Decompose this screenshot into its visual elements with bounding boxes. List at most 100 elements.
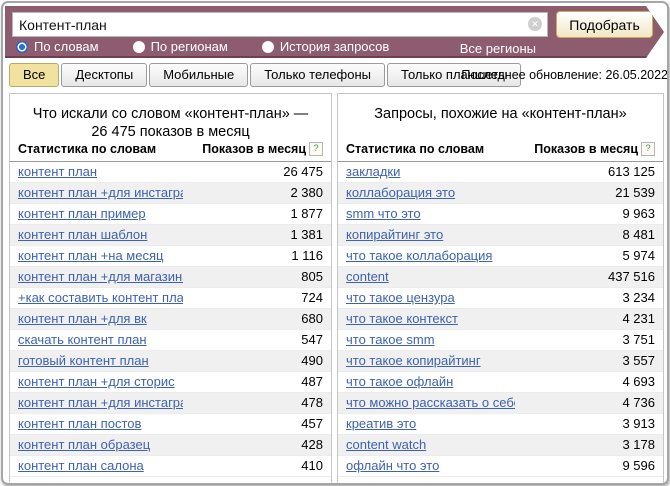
table-row: контент план +на месяц 1 116: [10, 246, 331, 267]
keyword-link[interactable]: контент план шаблон: [18, 227, 147, 242]
search-mode-radio[interactable]: История запросов: [262, 39, 390, 54]
shows-value: 2 380: [183, 183, 331, 204]
radio-icon: [262, 41, 274, 53]
keyword-link[interactable]: content: [346, 269, 389, 284]
keyword-link[interactable]: что такое цензура: [346, 290, 455, 305]
help-icon[interactable]: ?: [641, 142, 655, 156]
keyword-link[interactable]: офлайн что это: [346, 458, 439, 473]
keyword-link[interactable]: закладки: [346, 164, 400, 179]
shows-value: 4 231: [515, 309, 663, 330]
keyword-link[interactable]: контент план +для инстаграм: [18, 185, 183, 200]
clear-icon[interactable]: ✕: [528, 17, 542, 31]
table-row: content 437 516: [338, 267, 663, 288]
keyword-link[interactable]: что можно рассказать о себе: [346, 395, 515, 410]
table-row: что такое копирайтинг 3 557: [338, 351, 663, 372]
table-row: контент план +для вк 680: [10, 309, 331, 330]
table-row: +как составить контент план 724: [10, 288, 331, 309]
keyword-link[interactable]: что такое копирайтинг: [346, 353, 481, 368]
keyword-link[interactable]: контент план пример: [18, 206, 146, 221]
shows-value: 3 234: [515, 288, 663, 309]
keyword-link[interactable]: контент план +для инстаграмма: [18, 395, 183, 410]
keyword-link[interactable]: контент план +для магазина: [18, 269, 183, 284]
radio-label: История запросов: [280, 39, 390, 54]
shows-value: 26 475: [183, 162, 331, 183]
panel-keyword-stats: Что искали со словом «контент-план» — 26…: [9, 93, 332, 485]
shows-value: 1 381: [183, 225, 331, 246]
table-row: контент план постов 457: [10, 414, 331, 435]
table-row: smm что это 9 963: [338, 204, 663, 225]
keyword-link[interactable]: коллаборация это: [346, 185, 455, 200]
device-tab-label: Только телефоны: [264, 67, 371, 82]
shows-value: 487: [183, 372, 331, 393]
keyword-link[interactable]: что такое коллаборация: [346, 248, 492, 263]
shows-value: 805: [183, 267, 331, 288]
shows-value: 3 557: [515, 351, 663, 372]
table-header-row: Статистика по словам Показов в месяц?: [338, 139, 663, 162]
search-input-wrap: ✕: [12, 12, 548, 37]
keyword-link[interactable]: контент план постов: [18, 416, 141, 431]
shows-value: 3 178: [515, 435, 663, 456]
table-row: контент план +для сторис 487: [10, 372, 331, 393]
table-row: что можно рассказать о себе 4 736: [338, 393, 663, 414]
keyword-link[interactable]: smm что это: [346, 206, 421, 221]
radio-icon: [16, 41, 28, 53]
table-row: готовый контент план 490: [10, 351, 331, 372]
device-tab[interactable]: Все: [9, 63, 59, 87]
device-tabs-bar: Все Десктопы Мобильные Только телефоны Т…: [9, 63, 665, 89]
keyword-link[interactable]: контент план салона: [18, 458, 144, 473]
keyword-link[interactable]: готовый контент план: [18, 353, 149, 368]
column-header-keyword: Статистика по словам: [10, 139, 183, 162]
device-tab-label: Все: [23, 67, 45, 82]
keyword-link[interactable]: копирайтинг это: [346, 227, 443, 242]
keyword-link[interactable]: контент план +для вк: [18, 311, 147, 326]
shows-value: 680: [183, 309, 331, 330]
device-tab-label: Мобильные: [163, 67, 234, 82]
radio-label: По регионам: [151, 39, 228, 54]
last-update-text: Последнее обновление: 26.05.2022: [461, 68, 668, 82]
keyword-link[interactable]: content watch: [346, 437, 426, 452]
table-row: content watch 3 178: [338, 435, 663, 456]
keyword-link[interactable]: контент план +на месяц: [18, 248, 163, 263]
table-row: коллаборация это 21 539: [338, 183, 663, 204]
device-tab[interactable]: Только телефоны: [250, 63, 385, 87]
keyword-link[interactable]: что такое контекст: [346, 311, 458, 326]
search-mode-group: По словам По регионам История запросов: [16, 39, 389, 54]
shows-value: 21 539: [515, 183, 663, 204]
table-row: контент план +для магазина 805: [10, 267, 331, 288]
device-tab-label: Десктопы: [75, 67, 133, 82]
shows-value: 1 877: [183, 204, 331, 225]
keyword-link[interactable]: скачать контент план: [18, 332, 147, 347]
shows-value: 3 913: [515, 414, 663, 435]
region-link[interactable]: Все регионы: [460, 41, 536, 57]
similar-table-body: закладки 613 125 коллаборация это 21 539…: [338, 162, 663, 477]
search-mode-radio[interactable]: По словам: [16, 39, 99, 54]
keyword-link[interactable]: контент план: [18, 164, 97, 179]
search-mode-radio[interactable]: По регионам: [133, 39, 228, 54]
keyword-link[interactable]: +как составить контент план: [18, 290, 183, 305]
submit-button[interactable]: Подобрать: [556, 11, 653, 38]
shows-value: 613 125: [515, 162, 663, 183]
keyword-link[interactable]: что такое smm: [346, 332, 435, 347]
device-tab[interactable]: Десктопы: [61, 63, 147, 87]
panel-title: Запросы, похожие на «контент-план»: [338, 94, 663, 139]
shows-value: 490: [183, 351, 331, 372]
shows-value: 4 693: [515, 372, 663, 393]
table-row: офлайн что это 9 596: [338, 456, 663, 477]
table-row: что такое smm 3 751: [338, 330, 663, 351]
table-row: контент план 26 475: [10, 162, 331, 183]
table-row: контент план пример 1 877: [10, 204, 331, 225]
column-header-shows: Показов в месяц?: [515, 139, 663, 162]
table-row: что такое коллаборация 5 974: [338, 246, 663, 267]
table-row: скачать контент план 547: [10, 330, 331, 351]
device-tab[interactable]: Мобильные: [149, 63, 248, 87]
keyword-link[interactable]: что такое офлайн: [346, 374, 453, 389]
search-input[interactable]: [12, 12, 548, 37]
help-icon[interactable]: ?: [309, 142, 323, 156]
keyword-table-body: контент план 26 475 контент план +для ин…: [10, 162, 331, 477]
keyword-link[interactable]: контент план +для сторис: [18, 374, 175, 389]
shows-value: 9 963: [515, 204, 663, 225]
keyword-link[interactable]: контент план образец: [18, 437, 150, 452]
shows-value: 724: [183, 288, 331, 309]
keyword-link[interactable]: креатив это: [346, 416, 416, 431]
column-header-keyword: Статистика по словам: [338, 139, 515, 162]
